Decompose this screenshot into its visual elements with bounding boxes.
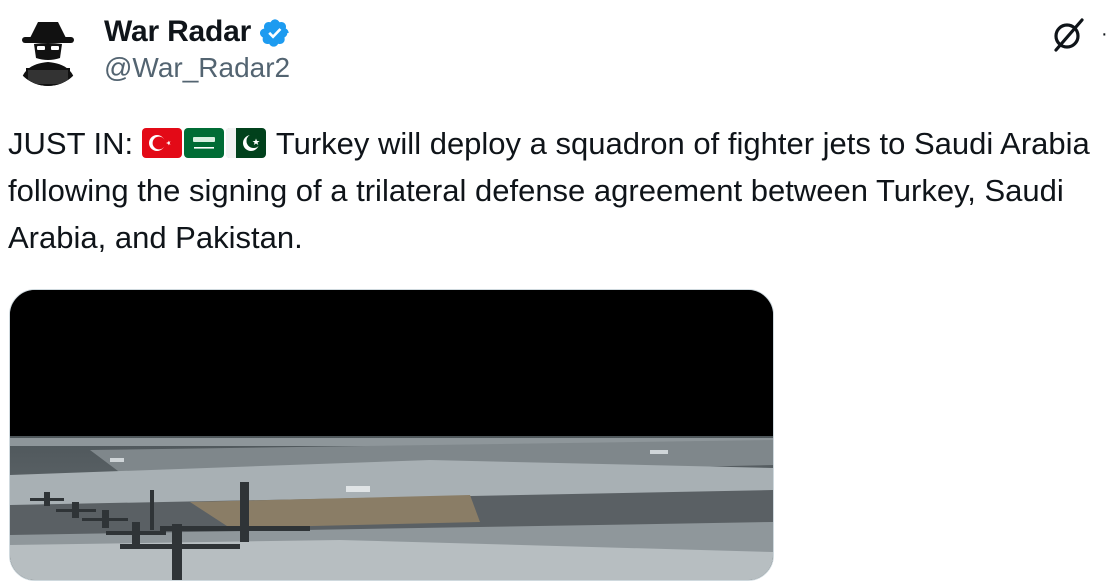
more-options-icon[interactable]: · bbox=[1101, 26, 1109, 42]
runway-aircraft-image bbox=[10, 290, 773, 580]
author-handle[interactable]: @War_Radar2 bbox=[104, 52, 290, 84]
media-video-thumbnail[interactable] bbox=[9, 289, 774, 581]
grok-icon[interactable] bbox=[1048, 14, 1088, 54]
author-display-name[interactable]: War Radar bbox=[104, 15, 251, 49]
avatar[interactable] bbox=[12, 14, 84, 86]
pakistan-flag-icon bbox=[225, 128, 266, 158]
turkey-flag-icon bbox=[141, 128, 182, 158]
tweet-text: JUST IN: Turkey will deploy a squadron o… bbox=[8, 120, 1109, 261]
tweet-prefix: JUST IN: bbox=[8, 126, 142, 161]
saudi-arabia-flag-icon bbox=[183, 128, 224, 158]
verified-badge-icon[interactable] bbox=[259, 17, 291, 49]
hacker-avatar-icon bbox=[20, 22, 76, 86]
